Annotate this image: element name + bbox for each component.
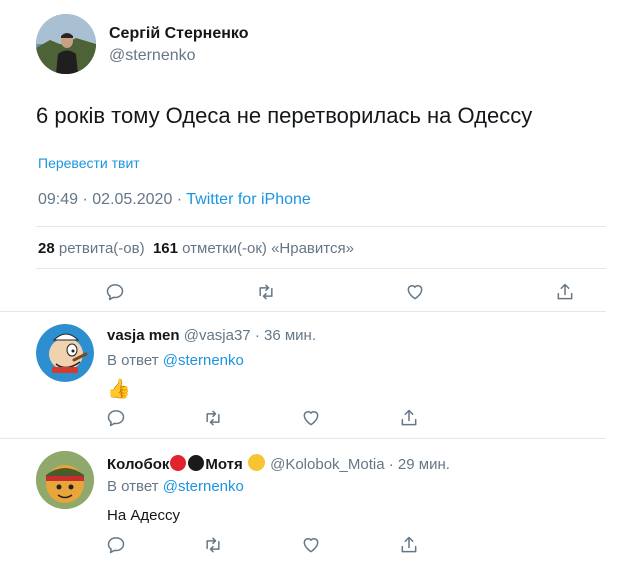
share-button[interactable] [397, 533, 421, 557]
reply-avatar[interactable] [36, 451, 94, 509]
reply-header: vasja men @vasja37 · 36 мин. [107, 327, 316, 344]
reply-text: На Адессу [107, 507, 180, 524]
meta-separator: · [172, 191, 187, 208]
reply-to-label: В ответ [107, 478, 159, 495]
reply-time: · 36 мин. [254, 327, 316, 344]
heart-icon [407, 285, 423, 300]
divider [0, 438, 606, 439]
meta-separator: · [78, 191, 93, 208]
reply-icon [107, 537, 125, 554]
reply-header: Колобок Мотя @Kolobok_Motia · 29 мин. [107, 454, 450, 473]
reply-to-line: В ответ @sternenko [107, 352, 244, 369]
reply-text: 👍 [107, 379, 131, 400]
reply-button[interactable] [104, 406, 128, 430]
retweet-icon [206, 410, 220, 426]
heart-icon [303, 538, 319, 553]
share-button[interactable] [397, 406, 421, 430]
reply-icon [107, 410, 125, 427]
translate-tweet-link[interactable]: Перевести твит [38, 155, 140, 171]
author-handle[interactable]: @sternenko [109, 47, 196, 65]
retweet-button[interactable] [254, 280, 278, 304]
reply-icon [106, 284, 124, 301]
reply-time: · 29 мин. [388, 456, 450, 473]
likes-count[interactable]: 161 [153, 240, 178, 257]
reply-to-mention[interactable]: @sternenko [163, 352, 244, 369]
grinning-face-icon [247, 454, 265, 471]
like-button[interactable] [299, 533, 323, 557]
tweet-source-link[interactable]: Twitter for iPhone [186, 191, 311, 208]
tweet-text: 6 років тому Одеса не перетворилась на О… [36, 103, 533, 128]
reply-to-label: В ответ [107, 352, 159, 369]
heart-icon [303, 411, 319, 426]
reply-to-line: В ответ @sternenko [107, 478, 244, 495]
reply-action-bar [0, 533, 620, 557]
author-name[interactable]: Сергій Стерненко [109, 25, 248, 43]
red-circle-icon [170, 455, 187, 471]
share-icon [401, 536, 417, 553]
retweets-label[interactable]: ретвита(-ов) [59, 240, 145, 257]
retweet-icon [206, 537, 220, 553]
tweet-date: 02.05.2020 [92, 191, 173, 208]
black-circle-icon [188, 455, 205, 471]
reply-author-name[interactable]: Колобок Мотя [107, 454, 266, 473]
retweet-button[interactable] [201, 533, 225, 557]
divider [36, 226, 606, 227]
retweets-count[interactable]: 28 [38, 240, 55, 257]
reply-author-name[interactable]: vasja men [107, 327, 180, 344]
retweet-icon [259, 284, 273, 300]
reply-avatar[interactable] [36, 324, 94, 382]
tweet-time: 09:49 [38, 191, 79, 208]
divider [0, 311, 606, 312]
main-action-bar [0, 280, 620, 304]
like-button[interactable] [299, 406, 323, 430]
share-icon [557, 283, 573, 300]
likes-label[interactable]: отметки(-ок) «Нравится» [182, 240, 354, 257]
reply-author-handle[interactable]: @vasja37 [184, 327, 251, 344]
reply-to-mention[interactable]: @sternenko [163, 478, 244, 495]
reply-button[interactable] [103, 280, 127, 304]
reply-author-handle[interactable]: @Kolobok_Motia [270, 456, 384, 473]
tweet-stats: 28 ретвита(-ов) 161 отметки(-ок) «Нравит… [38, 240, 354, 257]
reply-action-bar [0, 406, 620, 430]
divider [36, 268, 606, 269]
share-button[interactable] [553, 280, 577, 304]
reply-button[interactable] [104, 533, 128, 557]
tweet-meta: 09:49 · 02.05.2020 · Twitter for iPhone [38, 191, 311, 209]
retweet-button[interactable] [201, 406, 225, 430]
share-icon [401, 409, 417, 426]
like-button[interactable] [403, 280, 427, 304]
author-avatar[interactable] [36, 14, 96, 74]
